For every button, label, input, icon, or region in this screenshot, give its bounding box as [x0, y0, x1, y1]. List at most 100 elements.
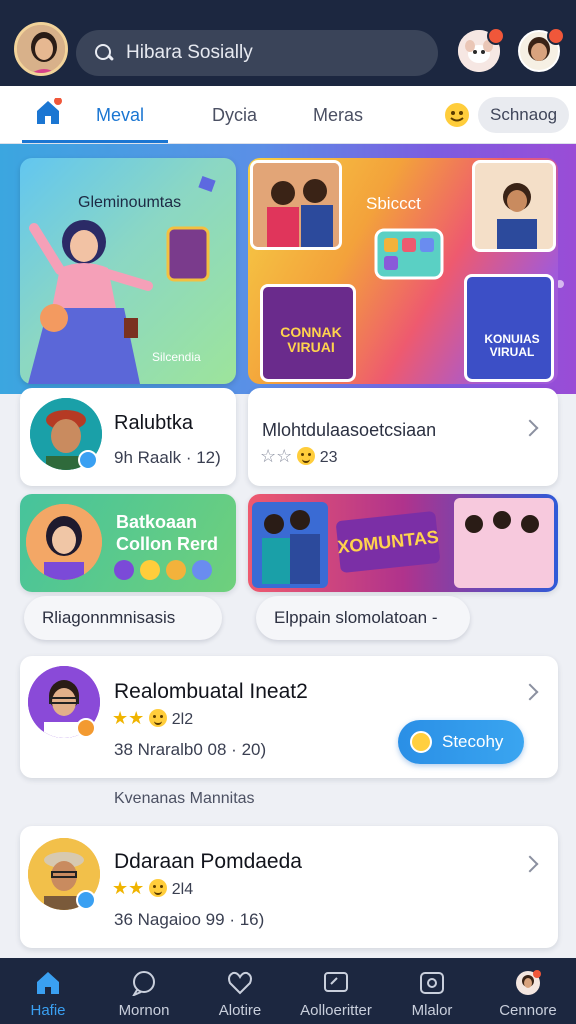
tab-dycia-label: Dycia: [212, 104, 258, 125]
verified-icon: [76, 718, 96, 738]
list-item-title: Realombuatal Ineat2: [114, 680, 308, 703]
list-item[interactable]: Ddaraan Pomdaeda ★★ 2l4 36 Nagaioo 99 · …: [20, 826, 558, 948]
filter-chip-1-label: Rliagonnmnisasis: [42, 608, 176, 627]
creator-card-2-line1: Batkoaan: [116, 512, 198, 532]
user-avatar[interactable]: [14, 22, 68, 76]
creator-card-1-meta: 9h Raalk · 12): [114, 448, 221, 467]
banner-right-panel[interactable]: Sbiccct CONNAK VIRUAI KONUIAS VIRUAL: [248, 158, 558, 384]
emoji-icon: [149, 879, 168, 897]
bottom-nav: Hafie Mornon Alotire Aolloeritter Mlalor…: [0, 958, 576, 1024]
tab-meval[interactable]: Meval: [96, 86, 144, 144]
community-card[interactable]: XOMUNTAS: [248, 494, 558, 592]
nav-cennore[interactable]: Cennore: [480, 958, 576, 1024]
list-item-rating: ★★ 2l4: [112, 878, 193, 899]
star-outline-icon: ☆: [260, 446, 277, 466]
section-title: Kvenanas Mannitas: [114, 790, 255, 807]
filter-chip-2[interactable]: Elppain slomolatoan -: [256, 596, 470, 640]
schnaog-pill-label: Schnaog: [490, 105, 558, 124]
search-bar[interactable]: Hibara Sosially: [76, 30, 438, 76]
star-icon: ★: [112, 878, 129, 898]
group-card-rating: ☆☆ 23: [260, 446, 338, 467]
reaction-icons: [114, 560, 212, 580]
poster-right: KONUIAS VIRUAL: [464, 274, 554, 382]
notification-badge: [487, 27, 505, 45]
banner-right-title: Sbiccct: [366, 194, 421, 213]
message-icon: [324, 972, 348, 992]
chevron-right-icon[interactable]: [521, 419, 539, 437]
star-icon: ★: [128, 878, 145, 898]
nav-mlalor[interactable]: Mlalor: [384, 958, 480, 1024]
profile-button[interactable]: [518, 27, 565, 72]
home-tab-icon[interactable]: [34, 98, 62, 126]
phone-app-icon: [374, 228, 444, 280]
creator-2-avatar: [26, 504, 102, 580]
creator-card-1-title: Ralubtka: [114, 412, 193, 434]
tab-meras-label: Meras: [313, 104, 364, 125]
hero-banner[interactable]: Gleminoumtas Silcendia Sbiccct CONNAK VI…: [0, 144, 576, 394]
poster-left: CONNAK VIRUAI: [260, 284, 356, 382]
nav-home[interactable]: Hafie: [0, 958, 96, 1024]
nav-mornon[interactable]: Mornon: [96, 958, 192, 1024]
schnaog-pill[interactable]: Schnaog: [478, 97, 570, 133]
banner-photo-group: [250, 160, 342, 250]
banner-left-title: Gleminoumtas: [78, 194, 182, 211]
profile-badge: [547, 27, 565, 45]
emoji-icon: [443, 101, 471, 129]
list-item-meta: 36 Nagaioo 99 · 16): [114, 910, 265, 929]
list-item-rating-value: 2l2: [171, 711, 194, 728]
group-card-title: Mlohtdulaasoetcsiaan: [262, 420, 437, 440]
nav-cennore-label: Cennore: [499, 1002, 557, 1019]
emoji-icon: [297, 447, 316, 465]
chevron-right-icon[interactable]: [521, 855, 539, 873]
community-banner-text: XOMUNTAS: [335, 510, 441, 574]
active-tab-indicator: [22, 140, 168, 143]
creator-card-2[interactable]: Batkoaan Collon Rerd: [20, 494, 236, 592]
nav-aolloeritter-label: Aolloeritter: [300, 1002, 372, 1019]
dancer-illustration: [28, 175, 216, 384]
chat-icon: [132, 971, 155, 996]
poster-left-text: CONNAK VIRUAI: [280, 324, 342, 356]
creator-2-avatar-image: [26, 504, 102, 580]
creator-card-2-line2: Collon Rerd: [116, 534, 218, 554]
star-icon: ★: [112, 708, 129, 728]
nav-home-label: Hafie: [30, 1002, 66, 1019]
tab-meval-label: Meval: [96, 104, 145, 125]
list-item-meta: 38 Nraralb0 08 · 20): [114, 740, 267, 759]
nav-alotire[interactable]: Alotire: [192, 958, 288, 1024]
tab-meras[interactable]: Meras: [313, 86, 363, 144]
tab-dycia[interactable]: Dycia: [212, 86, 257, 144]
list-item-rating: ★★ 2l2: [112, 708, 193, 729]
chevron-right-icon[interactable]: [521, 683, 539, 701]
search-icon: [94, 43, 114, 63]
nav-aolloeritter[interactable]: Aolloeritter: [288, 958, 384, 1024]
list-item-title: Ddaraan Pomdaeda: [114, 850, 302, 873]
group-photo-image: [253, 163, 339, 247]
star-outline-icon: ☆: [276, 446, 293, 466]
poster-right-text: KONUIAS VIRUAL: [484, 332, 540, 360]
user-avatar-image: [17, 25, 65, 73]
person-photo-image: [475, 163, 553, 249]
emoji-icon: [149, 709, 168, 727]
cta-label: Stecohy: [442, 732, 504, 751]
nav-mornon-label: Mornon: [118, 1002, 170, 1019]
filter-chip-1[interactable]: Rliagonnmnisasis: [24, 596, 222, 640]
top-bar: Hibara Sosially: [0, 0, 576, 86]
cta-avatar-icon: [410, 731, 432, 753]
heart-icon: [228, 971, 252, 995]
stecohy-button[interactable]: Stecohy: [398, 720, 524, 764]
group-card[interactable]: Mlohtdulaasoetcsiaan ☆☆ 23: [248, 388, 558, 486]
search-placeholder: Hibara Sosially: [126, 42, 253, 63]
list-item-rating-value: 2l4: [171, 881, 194, 898]
profile-icon: [516, 970, 541, 995]
filter-chip-2-label: Elppain slomolatoan -: [274, 608, 438, 627]
banner-left-panel[interactable]: Gleminoumtas Silcendia: [20, 158, 236, 384]
banner-photo-person: [472, 160, 556, 252]
verified-icon: [76, 890, 96, 910]
notifications-button[interactable]: [458, 27, 505, 72]
creator-card-1[interactable]: Ralubtka 9h Raalk · 12): [20, 388, 236, 486]
verified-icon: [78, 450, 98, 470]
tab-bar: Meval Dycia Meras Schnaog: [0, 86, 576, 144]
group-card-meta: 23: [319, 449, 338, 466]
nav-alotire-label: Alotire: [218, 1002, 262, 1019]
banner-left-subtitle: Silcendia: [152, 350, 201, 364]
